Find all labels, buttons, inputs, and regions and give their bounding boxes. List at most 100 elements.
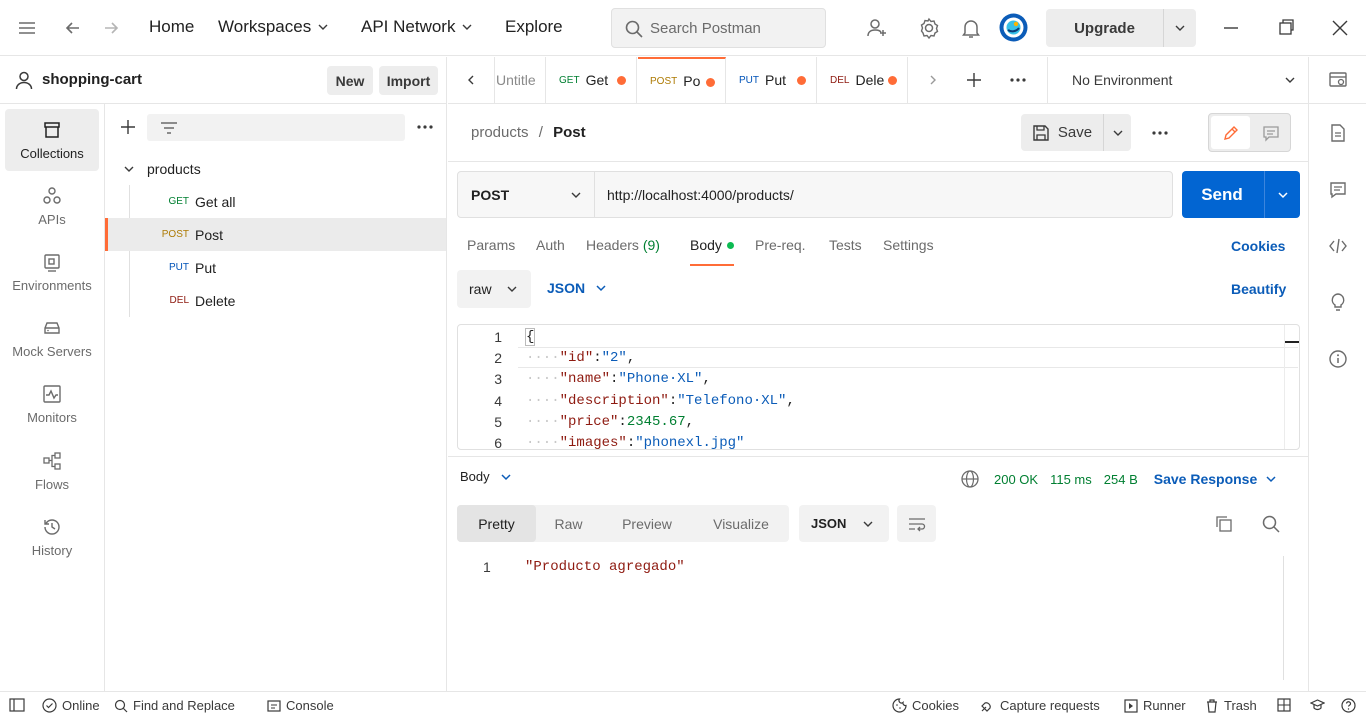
restore-window-icon[interactable] xyxy=(1276,16,1300,40)
online-status[interactable]: Online xyxy=(42,698,100,713)
request-post[interactable]: POST Post xyxy=(105,218,446,251)
beautify-link[interactable]: Beautify xyxy=(1231,281,1286,297)
tabs-scroll-right[interactable] xyxy=(909,57,956,103)
view-tab-visualize[interactable]: Visualize xyxy=(693,505,789,542)
url-input[interactable]: http://localhost:4000/products/ xyxy=(607,187,794,203)
tab-auth[interactable]: Auth xyxy=(536,237,565,266)
minimize-icon[interactable] xyxy=(1221,16,1245,40)
lightbulb-icon[interactable] xyxy=(1328,292,1348,312)
trash-button[interactable]: Trash xyxy=(1205,698,1257,713)
invite-user-icon[interactable] xyxy=(865,16,889,40)
tabs-scroll-left[interactable] xyxy=(448,57,495,103)
response-format-select[interactable]: JSON xyxy=(799,505,889,542)
view-tab-preview[interactable]: Preview xyxy=(601,505,693,542)
status-code[interactable]: 200 OK xyxy=(994,472,1038,487)
cookies-button[interactable]: Cookies xyxy=(892,698,959,713)
menu-icon[interactable] xyxy=(16,16,40,40)
edit-mode-button[interactable] xyxy=(1211,116,1250,149)
console-button[interactable]: Console xyxy=(267,698,334,713)
sidebar-item-collections[interactable]: Collections xyxy=(5,109,99,171)
wrap-lines-button[interactable] xyxy=(897,505,936,542)
nav-home[interactable]: Home xyxy=(149,17,194,37)
copy-icon[interactable] xyxy=(1214,514,1234,534)
tab-tests[interactable]: Tests xyxy=(829,237,862,266)
send-dropdown[interactable] xyxy=(1264,171,1300,218)
import-button[interactable]: Import xyxy=(379,66,438,95)
tab-headers[interactable]: Headers (9) xyxy=(586,237,660,266)
back-arrow-icon[interactable] xyxy=(62,16,86,40)
response-time[interactable]: 115 ms xyxy=(1050,472,1092,487)
response-body-select[interactable]: Body xyxy=(460,469,512,484)
tab-settings[interactable]: Settings xyxy=(883,237,934,266)
send-button[interactable]: Send xyxy=(1182,171,1300,218)
tab-params[interactable]: Params xyxy=(467,237,515,266)
close-icon[interactable] xyxy=(1330,16,1354,40)
request-put[interactable]: PUT Put xyxy=(105,251,446,284)
sidebar-item-environments[interactable]: Environments xyxy=(5,241,99,303)
documentation-icon[interactable] xyxy=(1328,123,1348,143)
new-button[interactable]: New xyxy=(327,66,373,95)
filter-input[interactable] xyxy=(147,114,405,141)
method-select[interactable]: POST xyxy=(458,172,595,217)
search-response-icon[interactable] xyxy=(1261,514,1281,534)
sidebar-item-history[interactable]: History xyxy=(5,506,99,568)
sidebar-item-mock-servers[interactable]: Mock Servers xyxy=(5,307,99,369)
comments-icon[interactable] xyxy=(1328,180,1348,200)
upgrade-button[interactable]: Upgrade xyxy=(1046,9,1196,47)
request-more-icon[interactable] xyxy=(1150,124,1170,142)
view-tab-raw[interactable]: Raw xyxy=(536,505,601,542)
tab-get[interactable]: GET Get xyxy=(547,57,637,103)
info-icon[interactable] xyxy=(1328,349,1348,369)
avatar[interactable] xyxy=(999,13,1028,42)
response-size[interactable]: 254 B xyxy=(1104,472,1138,487)
tab-put[interactable]: PUT Put xyxy=(727,57,817,103)
tabs-more-icon[interactable] xyxy=(1008,71,1028,89)
learning-center-icon[interactable] xyxy=(1310,698,1325,712)
tab-body[interactable]: Body xyxy=(690,237,734,266)
comment-mode-button[interactable] xyxy=(1251,116,1290,149)
help-icon[interactable] xyxy=(1341,698,1356,713)
environment-select[interactable]: No Environment xyxy=(1047,57,1308,104)
forward-arrow-icon[interactable] xyxy=(100,16,124,40)
find-replace-button[interactable]: Find and Replace xyxy=(114,698,235,713)
sidebar-item-apis[interactable]: APIs xyxy=(5,175,99,237)
save-dropdown[interactable] xyxy=(1103,114,1131,151)
toggle-sidebar-icon[interactable] xyxy=(9,698,25,712)
nav-api-network[interactable]: API Network xyxy=(361,17,473,37)
more-options-icon[interactable] xyxy=(415,118,435,136)
layout-icon[interactable] xyxy=(1277,698,1291,712)
folder-products[interactable]: products xyxy=(105,152,446,185)
capture-requests-button[interactable]: Capture requests xyxy=(980,698,1100,713)
sidebar-item-monitors[interactable]: Monitors xyxy=(5,373,99,435)
runner-button[interactable]: Runner xyxy=(1124,698,1186,713)
tab-pre-request[interactable]: Pre-req. xyxy=(755,237,806,266)
request-delete[interactable]: DEL Delete xyxy=(105,284,446,317)
code-icon[interactable] xyxy=(1328,236,1348,256)
body-editor[interactable]: 1 2 3 4 5 6 { ····"id":"2", ····"name":"… xyxy=(457,324,1300,450)
tab-label: Po xyxy=(683,73,701,89)
new-tab-icon[interactable] xyxy=(965,71,983,89)
view-tab-pretty[interactable]: Pretty xyxy=(457,505,536,542)
add-collection-icon[interactable] xyxy=(119,118,137,136)
tab-untitled[interactable]: Untitle xyxy=(496,57,546,103)
notifications-bell-icon[interactable] xyxy=(959,16,983,40)
tab-delete[interactable]: DEL Dele xyxy=(818,57,908,103)
body-format-select[interactable]: JSON xyxy=(547,280,607,296)
nav-explore[interactable]: Explore xyxy=(505,17,563,37)
tab-post[interactable]: POST Po xyxy=(638,57,726,103)
sidebar-item-flows[interactable]: Flows xyxy=(5,440,99,502)
request-get-all[interactable]: GET Get all xyxy=(105,185,446,218)
settings-gear-icon[interactable] xyxy=(917,16,941,40)
response-scrollbar[interactable] xyxy=(1283,556,1284,680)
save-response-button[interactable]: Save Response xyxy=(1154,471,1278,487)
upgrade-dropdown[interactable] xyxy=(1163,9,1196,47)
body-mode-select[interactable]: raw xyxy=(457,270,531,308)
nav-workspaces[interactable]: Workspaces xyxy=(218,17,329,37)
editor-scrollbar[interactable] xyxy=(1284,325,1299,449)
breadcrumb-parent[interactable]: products xyxy=(471,124,529,141)
cookies-link[interactable]: Cookies xyxy=(1231,238,1285,254)
environment-quick-look-icon[interactable] xyxy=(1328,70,1348,90)
search-input[interactable]: Search Postman xyxy=(611,8,826,48)
save-button[interactable]: Save xyxy=(1021,114,1131,151)
response-resize-handle[interactable] xyxy=(448,456,1308,457)
